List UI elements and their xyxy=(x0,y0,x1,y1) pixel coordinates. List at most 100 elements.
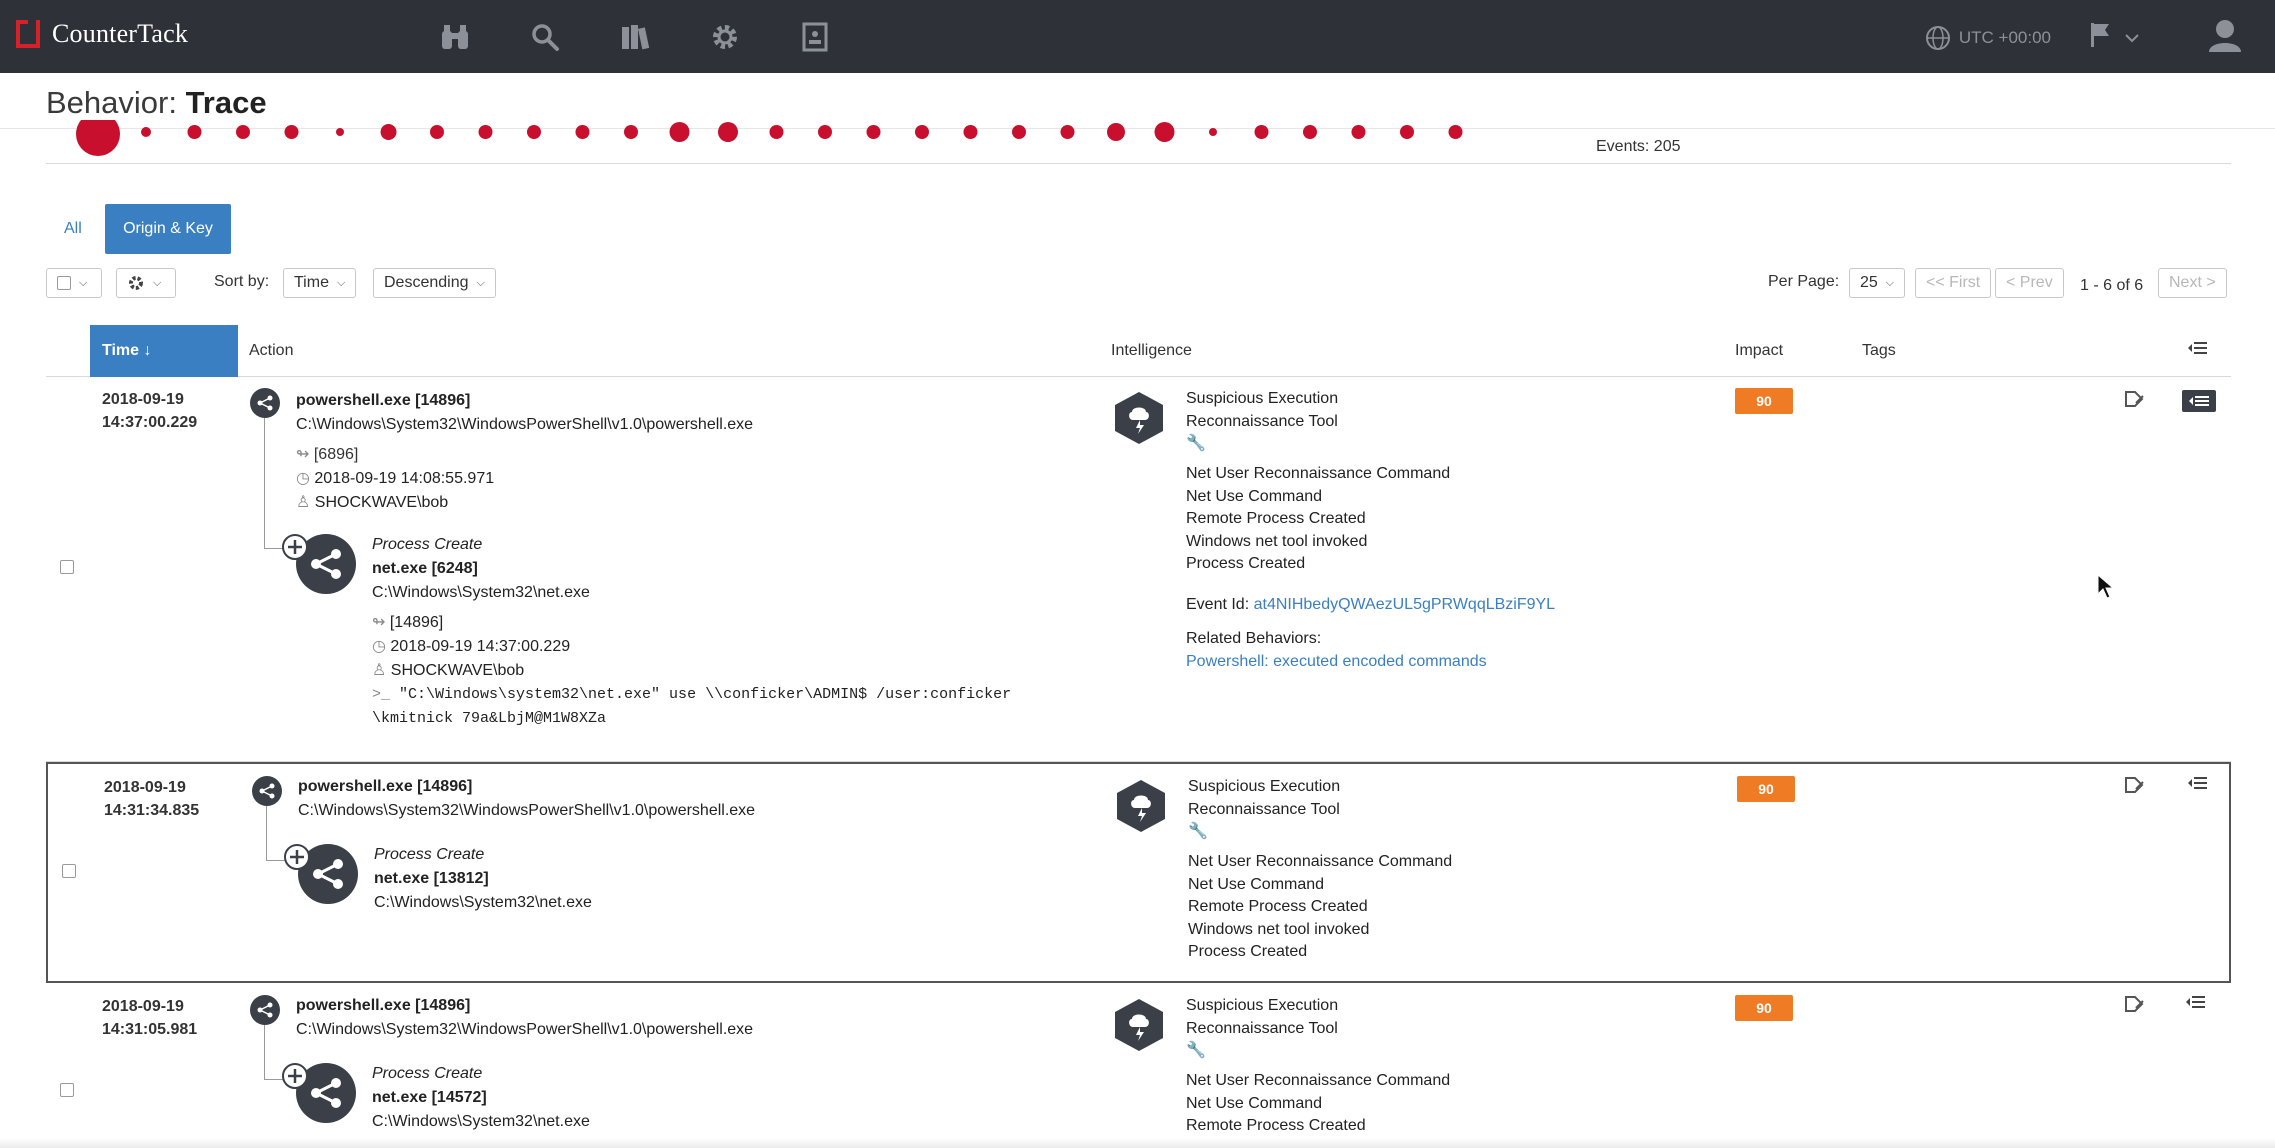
row-checkbox[interactable] xyxy=(60,560,74,574)
expand-plus-icon[interactable] xyxy=(282,534,308,560)
timeline-event-dot[interactable] xyxy=(769,125,784,139)
process-tree-icon: ↬ xyxy=(296,446,314,463)
first-page-button[interactable]: << First xyxy=(1915,268,1992,298)
timeline-event-dot[interactable] xyxy=(430,125,444,139)
sort-field-select[interactable]: Time ⌵ xyxy=(283,268,357,298)
timeline-event-dot[interactable] xyxy=(669,122,690,142)
timezone-label: UTC +00:00 xyxy=(1958,27,2051,47)
next-page-button[interactable]: Next > xyxy=(2158,268,2227,298)
child-pid: ↬ [14896] xyxy=(372,614,444,631)
intel-item: Remote Process Created xyxy=(1186,510,1366,527)
timeline-event-dot[interactable] xyxy=(1154,122,1175,142)
column-header-action[interactable]: Action xyxy=(249,325,293,377)
event-type: Process Create xyxy=(372,536,483,553)
parent-pid: ↬ [6896] xyxy=(296,446,359,463)
child-process-name[interactable]: net.exe [6248] xyxy=(372,560,478,578)
table-row[interactable]: 2018-09-19 14:37:00.229 powershell.exe [1… xyxy=(46,378,2231,762)
prev-page-button[interactable]: < Prev xyxy=(1995,268,2064,298)
intel-title: Suspicious Execution xyxy=(1186,997,1339,1014)
related-behavior-link[interactable]: Powershell: executed encoded commands xyxy=(1186,651,1555,674)
timeline-event-dot[interactable] xyxy=(76,112,120,156)
brand[interactable]: CounterTack xyxy=(14,18,188,50)
timeline-event-dot[interactable] xyxy=(718,122,738,142)
per-page-select[interactable]: 25 ⌵ xyxy=(1849,268,1906,298)
timeline-dots[interactable] xyxy=(46,112,1496,164)
row-checkbox[interactable] xyxy=(62,864,76,878)
timeline-event-dot[interactable] xyxy=(624,125,638,139)
column-header-intelligence[interactable]: Intelligence xyxy=(1111,325,1192,377)
child-process-name[interactable]: net.exe [14572] xyxy=(372,1089,487,1107)
gear-icon[interactable] xyxy=(706,18,744,56)
timeline-event-dot[interactable] xyxy=(478,125,493,139)
table-row[interactable]: 2018-09-19 14:31:05.981 powershell.exe [1… xyxy=(46,985,2231,1148)
timeline-event-dot[interactable] xyxy=(527,125,541,139)
row-time: 2018-09-19 14:31:05.981 xyxy=(102,998,198,1038)
parent-process-name[interactable]: powershell.exe [14896] xyxy=(296,997,470,1015)
event-id: Event Id: at4NIHbedyQWAezUL5gPRWqqLBziF9… xyxy=(1186,595,1556,613)
tag-edit-icon[interactable] xyxy=(2123,995,2149,1017)
sort-by-label: Sort by: xyxy=(214,273,270,290)
timeline-event-dot[interactable] xyxy=(963,125,978,139)
expand-row-icon[interactable] xyxy=(2184,995,2210,1017)
column-header-impact[interactable]: Impact xyxy=(1735,325,1783,377)
timeline-event-dot[interactable] xyxy=(336,128,344,136)
process-node-icon[interactable] xyxy=(250,388,280,418)
timeline-event-dot[interactable] xyxy=(866,125,881,139)
timeline-event-dot[interactable] xyxy=(380,124,397,140)
column-header-tags[interactable]: Tags xyxy=(1862,325,1896,377)
timeline-event-dot[interactable] xyxy=(575,125,590,139)
tag-edit-icon[interactable] xyxy=(2123,776,2149,798)
tag-edit-icon[interactable] xyxy=(2123,390,2149,412)
process-node-icon[interactable] xyxy=(252,776,282,806)
timeline-event-dot[interactable] xyxy=(1107,123,1125,141)
expand-plus-icon[interactable] xyxy=(282,1063,308,1089)
timeline-event-dot[interactable] xyxy=(1254,125,1269,139)
timeline-event-dot[interactable] xyxy=(818,125,832,139)
document-icon[interactable] xyxy=(796,18,834,56)
timeline-event-dot[interactable] xyxy=(1060,125,1075,139)
chevron-down-icon: ⌵ xyxy=(79,276,88,289)
timeline-event-dot[interactable] xyxy=(141,127,151,137)
event-timeline[interactable] xyxy=(46,112,2231,164)
search-icon[interactable] xyxy=(526,18,564,56)
timeline-event-dot[interactable] xyxy=(915,125,929,139)
terminal-icon: >_ xyxy=(372,686,400,703)
timezone-selector[interactable]: UTC +00:00 xyxy=(1925,25,2051,51)
user-avatar-icon[interactable] xyxy=(2207,18,2243,57)
collapse-row-icon[interactable] xyxy=(2182,390,2216,412)
timeline-event-dot[interactable] xyxy=(236,125,250,139)
column-header-time[interactable]: Time ↓ xyxy=(90,325,238,377)
user-icon: ♙ xyxy=(372,662,391,679)
event-id-link[interactable]: at4NIHbedyQWAezUL5gPRWqqLBziF9YL xyxy=(1254,596,1555,613)
timeline-event-dot[interactable] xyxy=(1400,125,1414,139)
books-icon[interactable] xyxy=(616,18,654,56)
binoculars-icon[interactable] xyxy=(436,18,474,56)
impact-badge: 90 xyxy=(1737,776,1795,802)
select-all-dropdown[interactable]: ⌵ xyxy=(46,268,102,298)
select-all-checkbox[interactable] xyxy=(57,276,71,290)
expand-plus-icon[interactable] xyxy=(284,844,310,870)
child-process-name[interactable]: net.exe [13812] xyxy=(374,870,489,888)
expand-row-icon[interactable] xyxy=(2186,776,2212,798)
tab-all[interactable]: All xyxy=(64,220,82,238)
tab-origin-key[interactable]: Origin & Key xyxy=(105,204,231,254)
settings-dropdown[interactable]: ⌵ xyxy=(116,268,176,298)
timeline-event-dot[interactable] xyxy=(1209,128,1217,136)
table-row[interactable]: 2018-09-19 14:31:34.835 powershell.exe [1… xyxy=(46,762,2231,983)
chevron-down-icon[interactable] xyxy=(2125,28,2139,48)
timeline-event-dot[interactable] xyxy=(1351,125,1366,139)
collapse-all-icon[interactable] xyxy=(2186,325,2208,377)
timeline-event-dot[interactable] xyxy=(1448,125,1463,139)
timeline-event-dot[interactable] xyxy=(187,125,202,139)
timeline-event-dot[interactable] xyxy=(284,125,299,139)
sort-order-select[interactable]: Descending ⌵ xyxy=(373,268,496,298)
process-node-icon[interactable] xyxy=(250,995,280,1025)
parent-process-name[interactable]: powershell.exe [14896] xyxy=(296,392,470,410)
child-process-path: C:\Windows\System32\net.exe xyxy=(372,1113,590,1130)
timeline-event-dot[interactable] xyxy=(1012,125,1026,139)
row-checkbox[interactable] xyxy=(60,1083,74,1097)
child-process-path: C:\Windows\System32\net.exe xyxy=(372,584,590,601)
flag-icon[interactable] xyxy=(2089,22,2111,53)
parent-process-name[interactable]: powershell.exe [14896] xyxy=(298,778,472,796)
timeline-event-dot[interactable] xyxy=(1303,125,1317,139)
